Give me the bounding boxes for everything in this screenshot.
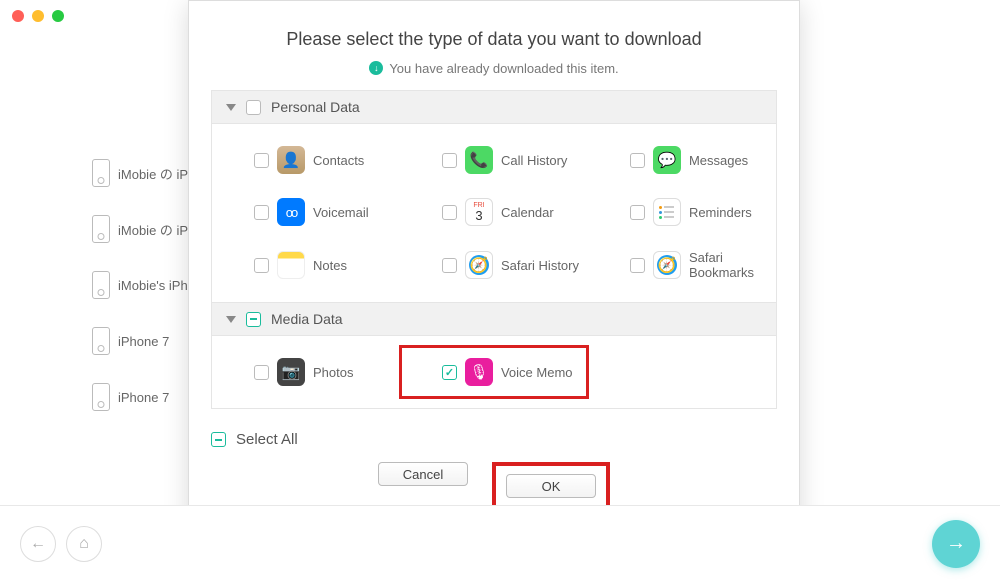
item-label: Voicemail xyxy=(313,205,369,220)
group-label: Media Data xyxy=(271,311,343,327)
voicemail-icon: oo xyxy=(277,198,305,226)
safari-history-icon: 🧭 xyxy=(465,251,493,279)
contacts-icon: 👤 xyxy=(277,146,305,174)
window-controls xyxy=(12,10,64,22)
group-body-media: 📷 Photos 🎙 Voice Memo xyxy=(212,336,776,408)
ok-highlight: OK xyxy=(492,462,610,510)
modal-title: Please select the type of data you want … xyxy=(209,29,779,50)
phone-icon xyxy=(92,327,110,355)
home-button[interactable]: ⌂ xyxy=(66,526,102,562)
item-checkbox[interactable] xyxy=(442,258,457,273)
data-item-call-history[interactable]: 📞 Call History xyxy=(400,134,588,186)
device-label: iPhone 7 xyxy=(118,390,169,405)
item-label: Safari History xyxy=(501,258,579,273)
item-checkbox[interactable] xyxy=(630,205,645,220)
item-label: Notes xyxy=(313,258,347,273)
data-item-safari-history[interactable]: 🧭 Safari History xyxy=(400,238,588,292)
back-button[interactable]: ← xyxy=(20,526,56,562)
item-checkbox[interactable] xyxy=(630,153,645,168)
disclosure-icon xyxy=(226,104,236,111)
phone-icon xyxy=(92,159,110,187)
device-label: iPhone 7 xyxy=(118,334,169,349)
item-label: Photos xyxy=(313,365,353,380)
cancel-button[interactable]: Cancel xyxy=(378,462,468,486)
data-item-voice-memo[interactable]: 🎙 Voice Memo xyxy=(400,346,588,398)
item-label: Calendar xyxy=(501,205,554,220)
item-checkbox[interactable] xyxy=(442,153,457,168)
item-label: Messages xyxy=(689,153,748,168)
data-item-messages[interactable]: 💬 Messages xyxy=(588,134,776,186)
data-item-notes[interactable]: Notes xyxy=(212,238,400,292)
device-label: iMobie の iP xyxy=(118,220,188,239)
device-label: iMobie's iPh xyxy=(118,278,188,293)
download-icon: ↓ xyxy=(369,61,383,75)
notes-icon xyxy=(277,251,305,279)
data-item-safari-bookmarks[interactable]: 🧭 Safari Bookmarks xyxy=(588,238,776,292)
photos-icon: 📷 xyxy=(277,358,305,386)
item-checkbox[interactable] xyxy=(254,205,269,220)
data-item-reminders[interactable]: Reminders xyxy=(588,186,776,238)
group-header-media[interactable]: Media Data xyxy=(212,302,776,336)
voice-memo-icon: 🎙 xyxy=(465,358,493,386)
messages-icon: 💬 xyxy=(653,146,681,174)
item-label: Contacts xyxy=(313,153,364,168)
window-maximize-button[interactable] xyxy=(52,10,64,22)
item-checkbox[interactable] xyxy=(254,153,269,168)
proceed-button[interactable]: → xyxy=(932,520,980,568)
select-all-row[interactable]: Select All xyxy=(211,431,777,448)
safari-bookmarks-icon: 🧭 xyxy=(653,251,681,279)
disclosure-icon xyxy=(226,316,236,323)
item-label: Call History xyxy=(501,153,567,168)
data-type-modal: Please select the type of data you want … xyxy=(188,0,800,533)
item-checkbox[interactable] xyxy=(442,365,457,380)
phone-icon xyxy=(92,383,110,411)
item-checkbox[interactable] xyxy=(254,365,269,380)
ok-button[interactable]: OK xyxy=(506,474,596,498)
item-checkbox[interactable] xyxy=(254,258,269,273)
group-checkbox[interactable] xyxy=(246,312,261,327)
item-label: Safari Bookmarks xyxy=(689,250,776,280)
select-all-checkbox[interactable] xyxy=(211,432,226,447)
data-item-voicemail[interactable]: oo Voicemail xyxy=(212,186,400,238)
calendar-icon: FRI3 xyxy=(465,198,493,226)
button-row: Cancel OK xyxy=(211,462,777,510)
data-type-list: Personal Data 👤 Contacts 📞 Call History … xyxy=(211,90,777,409)
window-close-button[interactable] xyxy=(12,10,24,22)
call-icon: 📞 xyxy=(465,146,493,174)
phone-icon xyxy=(92,215,110,243)
data-item-photos[interactable]: 📷 Photos xyxy=(212,346,400,398)
select-all-label: Select All xyxy=(236,431,298,448)
data-item-contacts[interactable]: 👤 Contacts xyxy=(212,134,400,186)
bottom-bar: ← ⌂ → xyxy=(0,505,1000,581)
phone-icon xyxy=(92,271,110,299)
modal-header: Please select the type of data you want … xyxy=(189,1,799,90)
group-checkbox[interactable] xyxy=(246,100,261,115)
window-minimize-button[interactable] xyxy=(32,10,44,22)
modal-subtitle: ↓ You have already downloaded this item. xyxy=(369,61,618,76)
item-label: Reminders xyxy=(689,205,752,220)
item-checkbox[interactable] xyxy=(442,205,457,220)
item-label: Voice Memo xyxy=(501,365,573,380)
group-body-personal: 👤 Contacts 📞 Call History 💬 Messages xyxy=(212,124,776,302)
reminders-icon xyxy=(653,198,681,226)
group-label: Personal Data xyxy=(271,99,360,115)
group-header-personal[interactable]: Personal Data xyxy=(212,91,776,124)
item-checkbox[interactable] xyxy=(630,258,645,273)
data-item-calendar[interactable]: FRI3 Calendar xyxy=(400,186,588,238)
device-label: iMobie の iP xyxy=(118,164,188,183)
